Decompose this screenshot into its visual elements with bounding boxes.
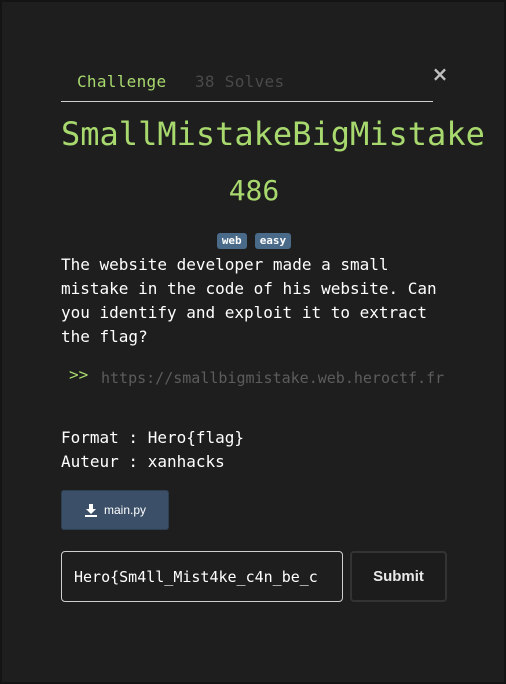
- close-icon[interactable]: ×: [430, 63, 450, 85]
- tab-challenge[interactable]: Challenge: [77, 72, 166, 91]
- challenge-link[interactable]: https://smallbigmistake.web.heroctf.fr: [101, 367, 446, 389]
- tab-bar: Challenge 38 Solves: [61, 64, 433, 102]
- challenge-points: 486: [228, 174, 280, 207]
- tab-solves[interactable]: 38 Solves: [195, 72, 284, 91]
- download-icon: [84, 504, 97, 517]
- tag-web: web: [216, 233, 247, 249]
- tag-list: web easy: [2, 233, 506, 249]
- file-name: main.py: [103, 503, 147, 517]
- link-arrow: >>: [69, 365, 89, 384]
- flag-format: Format : Hero{flag} Auteur : xanhacks: [61, 426, 244, 474]
- challenge-description: The website developer made a small mista…: [61, 255, 437, 346]
- download-file-button[interactable]: main.py: [61, 490, 169, 530]
- challenge-title: SmallMistakeBigMistake: [61, 115, 485, 153]
- challenge-modal: Challenge 38 Solves × SmallMistakeBigMis…: [0, 0, 506, 684]
- format-line: Format : Hero{flag}: [61, 428, 245, 447]
- tag-easy: easy: [254, 233, 292, 249]
- flag-input[interactable]: [61, 551, 343, 602]
- author-line: Auteur : xanhacks: [61, 452, 225, 471]
- submit-button[interactable]: Submit: [350, 551, 447, 602]
